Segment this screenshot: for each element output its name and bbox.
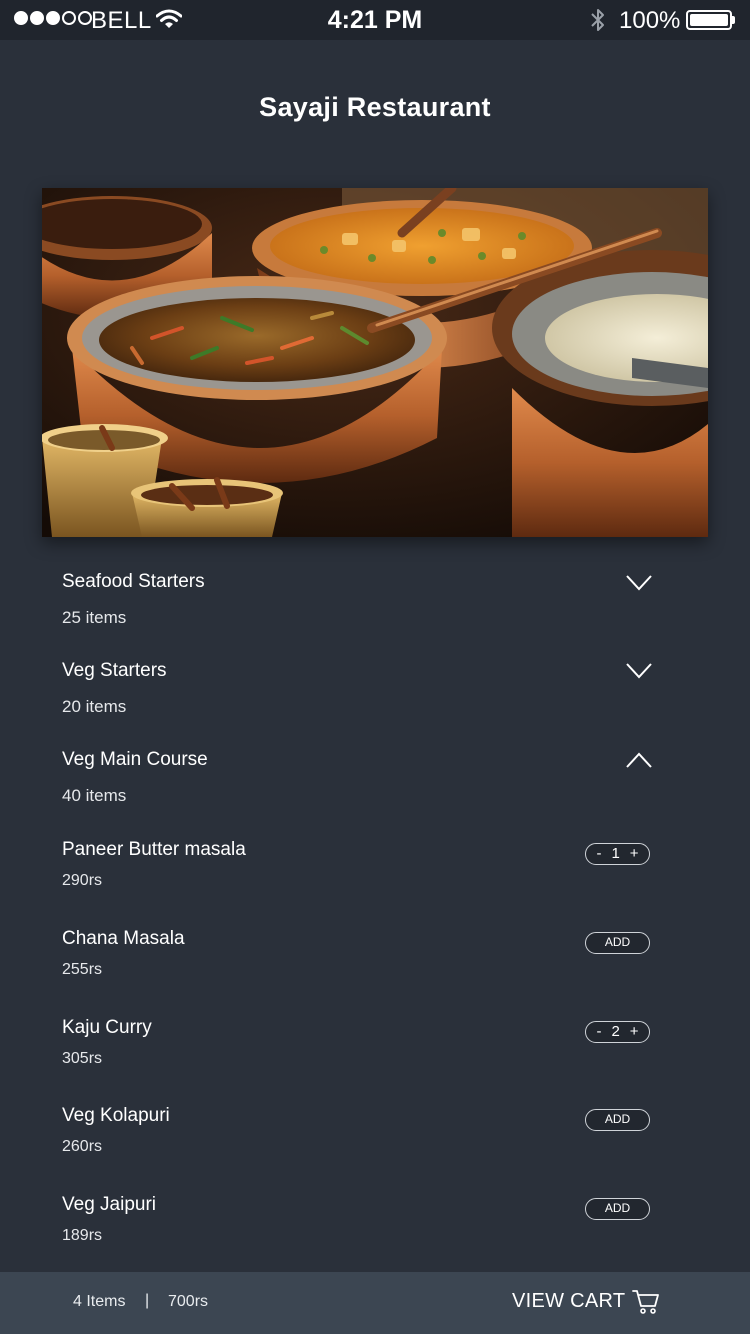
category-count: 40 items: [62, 786, 127, 805]
view-cart-button[interactable]: VIEW CART: [512, 1290, 625, 1313]
status-bar: BELL 4:21 PM 100%: [0, 0, 750, 40]
item-name: Paneer Butter masala: [62, 839, 246, 860]
item-price: 305rs: [62, 1050, 103, 1067]
category-count: 25 items: [62, 608, 127, 627]
item-name: Kaju Curry: [62, 1017, 152, 1038]
decrement-button[interactable]: -: [596, 1022, 601, 1042]
chevron-up-icon[interactable]: [626, 752, 652, 768]
category-name: Veg Main Course: [62, 749, 208, 770]
item-name: Chana Masala: [62, 928, 185, 949]
category-name: Seafood Starters: [62, 571, 205, 592]
quantity-stepper: - 1 +: [585, 843, 650, 865]
menu-item: Paneer Butter masala 290rs - 1 +: [62, 839, 662, 889]
cart-item-count: 4 Items: [73, 1293, 126, 1310]
item-price: 189rs: [62, 1227, 103, 1244]
quantity-value: 2: [611, 1023, 620, 1040]
item-price: 260rs: [62, 1138, 103, 1155]
quantity-stepper: - 2 +: [585, 1021, 650, 1043]
cart-icon[interactable]: [632, 1289, 660, 1315]
menu-item: Chana Masala 255rs ADD: [62, 928, 662, 978]
battery-icon: [686, 10, 736, 30]
category-veg-main-course[interactable]: Veg Main Course 40 items: [62, 749, 662, 805]
quantity-value: 1: [611, 845, 620, 862]
menu-item: Veg Kolapuri 260rs ADD: [62, 1105, 662, 1155]
bluetooth-icon: [591, 9, 604, 31]
battery-percentage: 100%: [619, 7, 681, 34]
item-name: Veg Kolapuri: [62, 1105, 170, 1126]
cart-separator: |: [145, 1292, 150, 1309]
item-price: 290rs: [62, 872, 103, 889]
item-name: Veg Jaipuri: [62, 1194, 157, 1215]
cart-total: 700rs: [168, 1293, 209, 1310]
page-title: Sayaji Restaurant: [259, 92, 491, 122]
restaurant-menu-screen: BELL 4:21 PM 100% Sayaji Restaurant Seaf…: [0, 0, 750, 1334]
add-button[interactable]: ADD: [585, 932, 650, 954]
menu-item: Kaju Curry 305rs - 2 +: [62, 1017, 662, 1067]
cart-summary-bar: 4 Items | 700rs VIEW CART: [0, 1272, 750, 1334]
add-button[interactable]: ADD: [585, 1198, 650, 1220]
increment-button[interactable]: +: [630, 1022, 639, 1042]
category-veg-starters[interactable]: Veg Starters 20 items: [62, 660, 662, 716]
decrement-button[interactable]: -: [596, 844, 601, 864]
chevron-down-icon[interactable]: [626, 663, 652, 679]
restaurant-hero-image: [42, 188, 708, 537]
add-button[interactable]: ADD: [585, 1109, 650, 1131]
increment-button[interactable]: +: [630, 844, 639, 864]
category-seafood-starters[interactable]: Seafood Starters 25 items: [62, 571, 662, 627]
chevron-down-icon[interactable]: [626, 575, 652, 591]
menu-item: Veg Jaipuri 189rs ADD: [62, 1194, 662, 1244]
category-name: Veg Starters: [62, 660, 167, 681]
item-price: 255rs: [62, 961, 103, 978]
category-count: 20 items: [62, 697, 127, 716]
